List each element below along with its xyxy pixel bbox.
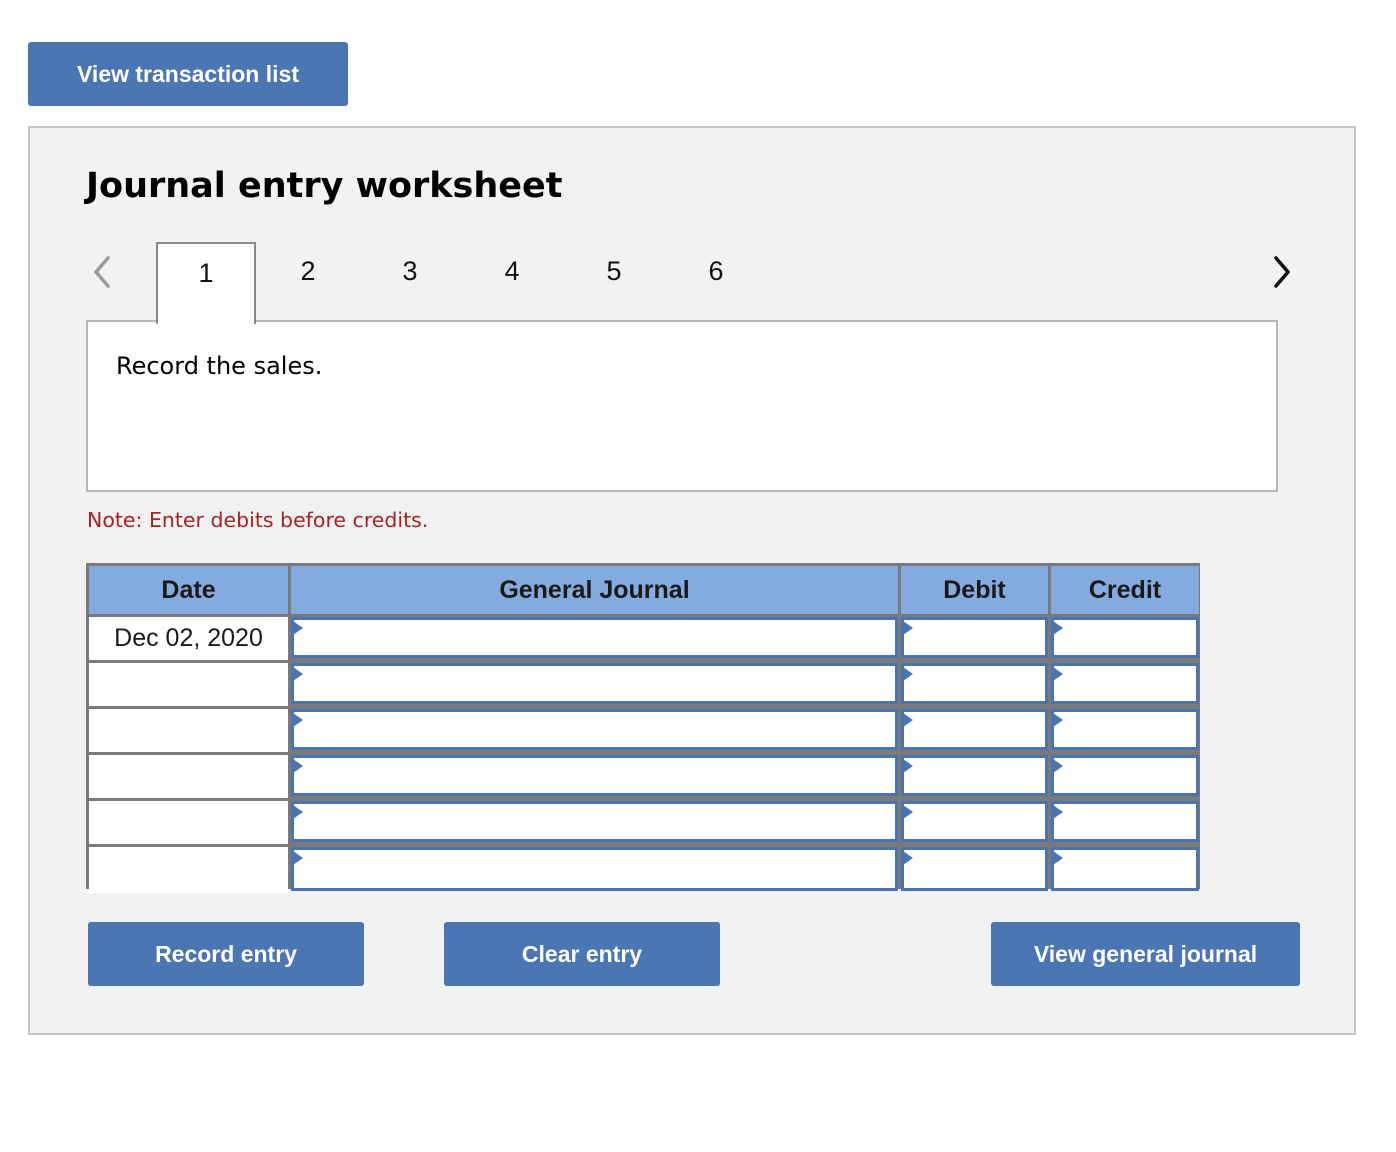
cell-indicator-icon [293, 759, 303, 773]
debit-input[interactable] [901, 801, 1048, 842]
account-input[interactable] [291, 709, 898, 750]
instruction-box: Record the sales. [86, 320, 1278, 492]
cell-indicator-icon [293, 621, 303, 635]
account-input[interactable] [291, 663, 898, 704]
debit-input[interactable] [901, 617, 1048, 658]
tab-label: 5 [606, 256, 622, 286]
view-transaction-list-button[interactable]: View transaction list [28, 42, 348, 106]
tab-3[interactable]: 3 [360, 242, 460, 322]
cell-indicator-icon [1053, 621, 1063, 635]
header-date: Date [89, 566, 288, 614]
instruction-text: Record the sales. [116, 352, 323, 380]
header-credit: Credit [1051, 566, 1199, 614]
credit-input[interactable] [1051, 617, 1199, 658]
tab-label: 6 [708, 256, 724, 286]
credit-input[interactable] [1051, 709, 1199, 750]
tab-5[interactable]: 5 [564, 242, 664, 322]
page-title: Journal entry worksheet [86, 166, 563, 206]
cell-indicator-icon [903, 713, 913, 727]
cell-indicator-icon [903, 851, 913, 865]
credit-input[interactable] [1051, 847, 1199, 891]
previous-entry-button[interactable] [88, 254, 118, 290]
tab-2[interactable]: 2 [258, 242, 358, 322]
debit-input[interactable] [901, 709, 1048, 750]
account-input[interactable] [291, 801, 898, 842]
date-cell [89, 801, 288, 844]
cell-indicator-icon [903, 621, 913, 635]
debit-input[interactable] [901, 755, 1048, 796]
journal-entry-worksheet-panel: Journal entry worksheet 1 2 3 4 5 6 Reco… [28, 126, 1356, 1035]
tab-label: 2 [300, 256, 316, 286]
date-cell [89, 847, 288, 893]
account-input[interactable] [291, 847, 898, 891]
cell-indicator-icon [1053, 667, 1063, 681]
tab-1[interactable]: 1 [156, 242, 256, 324]
date-cell [89, 663, 288, 706]
cell-indicator-icon [1053, 713, 1063, 727]
debit-input[interactable] [901, 847, 1048, 891]
cell-indicator-icon [293, 667, 303, 681]
tab-label: 4 [504, 256, 520, 286]
date-cell [89, 709, 288, 752]
credit-input[interactable] [1051, 755, 1199, 796]
credit-input[interactable] [1051, 663, 1199, 704]
journal-table: Date General Journal Debit Credit Dec 02… [86, 563, 1200, 893]
cell-indicator-icon [903, 805, 913, 819]
cell-indicator-icon [293, 713, 303, 727]
tab-6[interactable]: 6 [666, 242, 766, 322]
cell-indicator-icon [903, 667, 913, 681]
cell-indicator-icon [293, 851, 303, 865]
cell-indicator-icon [1053, 805, 1063, 819]
tab-label: 1 [198, 258, 214, 288]
debit-input[interactable] [901, 663, 1048, 704]
chevron-right-icon [1274, 256, 1290, 288]
cell-indicator-icon [293, 805, 303, 819]
record-entry-button[interactable]: Record entry [88, 922, 364, 986]
view-general-journal-button[interactable]: View general journal [991, 922, 1300, 986]
cell-indicator-icon [1053, 851, 1063, 865]
cell-indicator-icon [903, 759, 913, 773]
cell-indicator-icon [1053, 759, 1063, 773]
tab-4[interactable]: 4 [462, 242, 562, 322]
account-input[interactable] [291, 617, 898, 658]
account-input[interactable] [291, 755, 898, 796]
date-cell: Dec 02, 2020 [89, 617, 288, 660]
next-entry-button[interactable] [1266, 254, 1296, 290]
clear-entry-button[interactable]: Clear entry [444, 922, 720, 986]
tab-label: 3 [402, 256, 418, 286]
credit-input[interactable] [1051, 801, 1199, 842]
chevron-left-icon [94, 256, 110, 288]
date-cell [89, 755, 288, 798]
note-text: Note: Enter debits before credits. [87, 508, 429, 532]
header-general-journal: General Journal [291, 566, 898, 614]
header-debit: Debit [901, 566, 1048, 614]
